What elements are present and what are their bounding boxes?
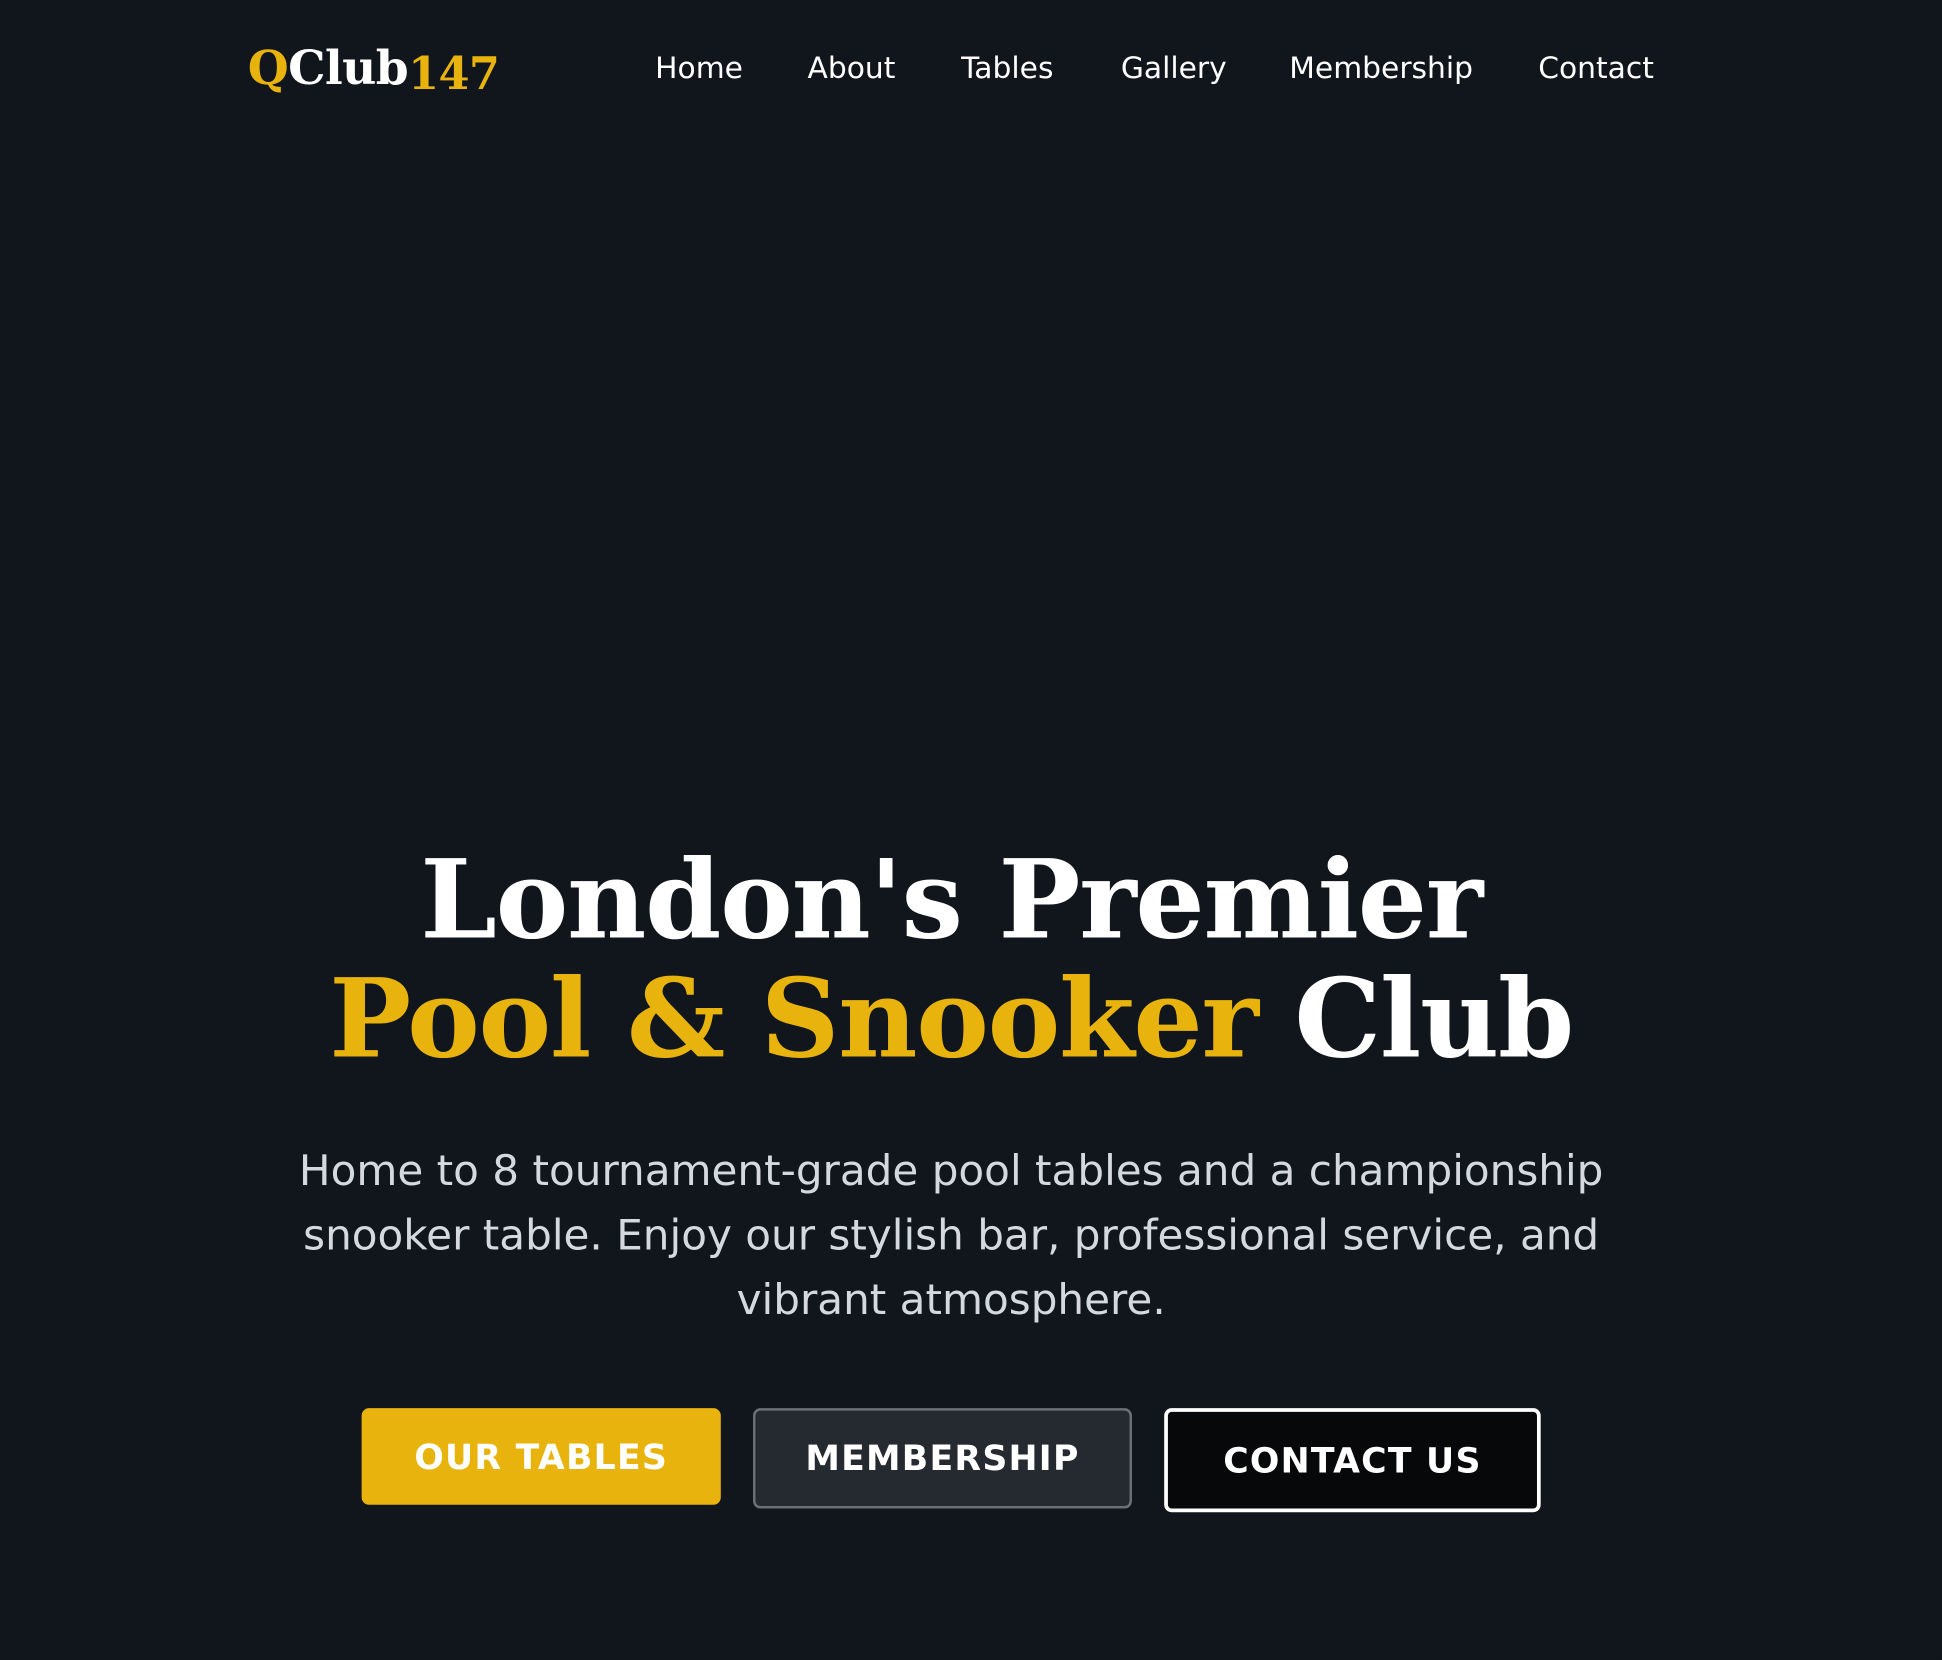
nav-contact-link[interactable]: Contact [1538,47,1654,89]
main-nav: Home About Tables Gallery Membership Con… [0,47,1942,89]
hero-title-line1: London's Premier [420,834,1483,964]
hero-title: London's Premier Pool & Snooker Club [0,840,1902,1078]
nav-home-link[interactable]: Home [655,47,743,89]
hero-subtitle: Home to 8 tournament-grade pool tables a… [298,1146,1604,1326]
nav-gallery-link[interactable]: Gallery [1121,47,1227,89]
nav-about-link[interactable]: About [808,47,896,89]
nav-tables-link[interactable]: Tables [961,47,1053,89]
contact-us-button[interactable]: CONTACT US [1164,1408,1541,1513]
our-tables-button[interactable]: OUR TABLES [361,1408,721,1505]
page: QClub147 Home About Tables Gallery Membe… [0,0,1942,1660]
hero-title-line2: Pool & Snooker Club [0,959,1902,1078]
membership-button[interactable]: MEMBERSHIP [753,1408,1132,1509]
nav-membership-link[interactable]: Membership [1289,47,1473,89]
hero-title-accent: Pool & Snooker [329,953,1259,1083]
hero-title-end: Club [1294,953,1574,1083]
